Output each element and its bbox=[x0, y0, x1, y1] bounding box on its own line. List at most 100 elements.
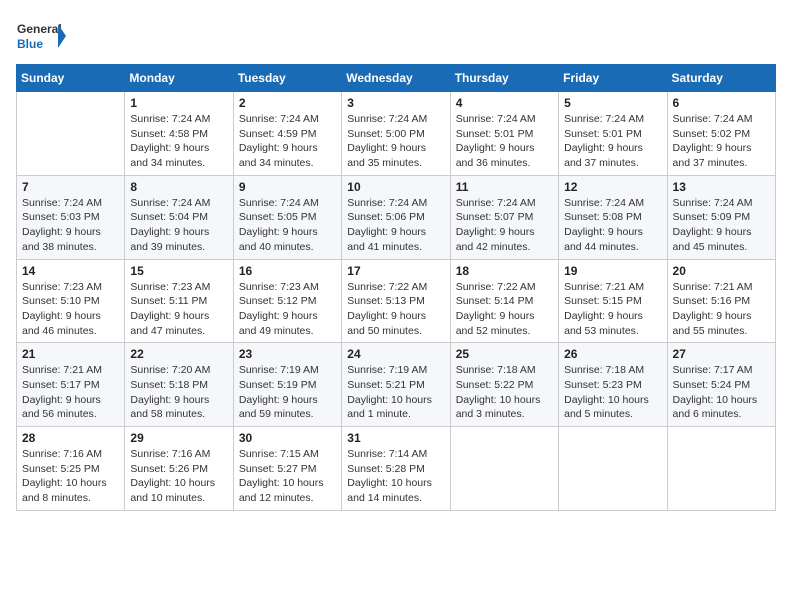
calendar-cell bbox=[450, 427, 558, 511]
calendar-cell: 18 Sunrise: 7:22 AM Sunset: 5:14 PM Dayli… bbox=[450, 259, 558, 343]
calendar-cell: 9 Sunrise: 7:24 AM Sunset: 5:05 PM Daylig… bbox=[233, 175, 341, 259]
calendar-cell: 25Sunrise: 7:18 AM Sunset: 5:22 PM Dayli… bbox=[450, 343, 558, 427]
calendar-cell: 6Sunrise: 7:24 AM Sunset: 5:02 PM Daylig… bbox=[667, 92, 775, 176]
day-number: 19 bbox=[564, 264, 661, 278]
day-number: 16 bbox=[239, 264, 336, 278]
calendar-cell: 17 Sunrise: 7:22 AM Sunset: 5:13 PM Dayli… bbox=[342, 259, 450, 343]
calendar-week-4: 21 Sunrise: 7:21 AM Sunset: 5:17 PM Dayli… bbox=[17, 343, 776, 427]
day-detail: Sunrise: 7:19 AM Sunset: 5:21 PM Dayligh… bbox=[347, 363, 444, 422]
weekday-header-saturday: Saturday bbox=[667, 65, 775, 92]
weekday-header-row: SundayMondayTuesdayWednesdayThursdayFrid… bbox=[17, 65, 776, 92]
day-number: 2 bbox=[239, 96, 336, 110]
day-detail: Sunrise: 7:24 AM Sunset: 5:01 PM Dayligh… bbox=[564, 112, 661, 171]
day-number: 1 bbox=[130, 96, 227, 110]
day-number: 11 bbox=[456, 180, 553, 194]
day-detail: Sunrise: 7:20 AM Sunset: 5:18 PM Dayligh… bbox=[130, 363, 227, 422]
logo: General Blue bbox=[16, 16, 66, 56]
day-number: 18 bbox=[456, 264, 553, 278]
calendar-cell: 2 Sunrise: 7:24 AM Sunset: 4:59 PM Daylig… bbox=[233, 92, 341, 176]
day-detail: Sunrise: 7:16 AM Sunset: 5:26 PM Dayligh… bbox=[130, 447, 227, 506]
day-number: 7 bbox=[22, 180, 119, 194]
day-number: 17 bbox=[347, 264, 444, 278]
day-number: 27 bbox=[673, 347, 770, 361]
day-number: 4 bbox=[456, 96, 553, 110]
day-detail: Sunrise: 7:23 AM Sunset: 5:10 PM Dayligh… bbox=[22, 280, 119, 339]
day-number: 8 bbox=[130, 180, 227, 194]
day-detail: Sunrise: 7:24 AM Sunset: 5:03 PM Dayligh… bbox=[22, 196, 119, 255]
calendar-cell: 20 Sunrise: 7:21 AM Sunset: 5:16 PM Dayli… bbox=[667, 259, 775, 343]
calendar-cell: 11 Sunrise: 7:24 AM Sunset: 5:07 PM Dayli… bbox=[450, 175, 558, 259]
day-detail: Sunrise: 7:24 AM Sunset: 5:08 PM Dayligh… bbox=[564, 196, 661, 255]
calendar-cell: 28 Sunrise: 7:16 AM Sunset: 5:25 PM Dayli… bbox=[17, 427, 125, 511]
day-number: 13 bbox=[673, 180, 770, 194]
calendar-cell: 10Sunrise: 7:24 AM Sunset: 5:06 PM Dayli… bbox=[342, 175, 450, 259]
weekday-header-sunday: Sunday bbox=[17, 65, 125, 92]
logo-icon: General Blue bbox=[16, 16, 66, 56]
day-detail: Sunrise: 7:24 AM Sunset: 5:00 PM Dayligh… bbox=[347, 112, 444, 171]
day-number: 14 bbox=[22, 264, 119, 278]
day-number: 23 bbox=[239, 347, 336, 361]
day-number: 3 bbox=[347, 96, 444, 110]
day-detail: Sunrise: 7:16 AM Sunset: 5:25 PM Dayligh… bbox=[22, 447, 119, 506]
day-detail: Sunrise: 7:22 AM Sunset: 5:13 PM Dayligh… bbox=[347, 280, 444, 339]
day-detail: Sunrise: 7:19 AM Sunset: 5:19 PM Dayligh… bbox=[239, 363, 336, 422]
day-detail: Sunrise: 7:21 AM Sunset: 5:16 PM Dayligh… bbox=[673, 280, 770, 339]
svg-text:Blue: Blue bbox=[17, 37, 43, 51]
calendar-cell: 22 Sunrise: 7:20 AM Sunset: 5:18 PM Dayli… bbox=[125, 343, 233, 427]
day-detail: Sunrise: 7:18 AM Sunset: 5:23 PM Dayligh… bbox=[564, 363, 661, 422]
calendar-cell bbox=[17, 92, 125, 176]
calendar-cell: 23 Sunrise: 7:19 AM Sunset: 5:19 PM Dayli… bbox=[233, 343, 341, 427]
calendar-cell: 16 Sunrise: 7:23 AM Sunset: 5:12 PM Dayli… bbox=[233, 259, 341, 343]
calendar-cell: 26 Sunrise: 7:18 AM Sunset: 5:23 PM Dayli… bbox=[559, 343, 667, 427]
day-detail: Sunrise: 7:24 AM Sunset: 5:06 PM Dayligh… bbox=[347, 196, 444, 255]
calendar-cell: 24 Sunrise: 7:19 AM Sunset: 5:21 PM Dayli… bbox=[342, 343, 450, 427]
day-number: 21 bbox=[22, 347, 119, 361]
day-detail: Sunrise: 7:15 AM Sunset: 5:27 PM Dayligh… bbox=[239, 447, 336, 506]
calendar-cell: 15Sunrise: 7:23 AM Sunset: 5:11 PM Dayli… bbox=[125, 259, 233, 343]
weekday-header-thursday: Thursday bbox=[450, 65, 558, 92]
calendar-cell: 13 Sunrise: 7:24 AM Sunset: 5:09 PM Dayli… bbox=[667, 175, 775, 259]
calendar-cell: 21 Sunrise: 7:21 AM Sunset: 5:17 PM Dayli… bbox=[17, 343, 125, 427]
svg-text:General: General bbox=[17, 22, 62, 36]
day-number: 29 bbox=[130, 431, 227, 445]
calendar-cell: 27 Sunrise: 7:17 AM Sunset: 5:24 PM Dayli… bbox=[667, 343, 775, 427]
day-number: 22 bbox=[130, 347, 227, 361]
calendar-cell: 29 Sunrise: 7:16 AM Sunset: 5:26 PM Dayli… bbox=[125, 427, 233, 511]
calendar-table: SundayMondayTuesdayWednesdayThursdayFrid… bbox=[16, 64, 776, 511]
calendar-cell bbox=[559, 427, 667, 511]
day-detail: Sunrise: 7:24 AM Sunset: 5:07 PM Dayligh… bbox=[456, 196, 553, 255]
day-detail: Sunrise: 7:23 AM Sunset: 5:11 PM Dayligh… bbox=[130, 280, 227, 339]
day-number: 24 bbox=[347, 347, 444, 361]
day-detail: Sunrise: 7:24 AM Sunset: 5:01 PM Dayligh… bbox=[456, 112, 553, 171]
day-number: 5 bbox=[564, 96, 661, 110]
calendar-week-2: 7 Sunrise: 7:24 AM Sunset: 5:03 PM Daylig… bbox=[17, 175, 776, 259]
day-number: 9 bbox=[239, 180, 336, 194]
calendar-week-5: 28 Sunrise: 7:16 AM Sunset: 5:25 PM Dayli… bbox=[17, 427, 776, 511]
day-number: 30 bbox=[239, 431, 336, 445]
calendar-cell: 30 Sunrise: 7:15 AM Sunset: 5:27 PM Dayli… bbox=[233, 427, 341, 511]
calendar-cell: 5 Sunrise: 7:24 AM Sunset: 5:01 PM Daylig… bbox=[559, 92, 667, 176]
day-detail: Sunrise: 7:24 AM Sunset: 4:59 PM Dayligh… bbox=[239, 112, 336, 171]
day-number: 26 bbox=[564, 347, 661, 361]
day-number: 28 bbox=[22, 431, 119, 445]
day-number: 20 bbox=[673, 264, 770, 278]
day-detail: Sunrise: 7:24 AM Sunset: 5:09 PM Dayligh… bbox=[673, 196, 770, 255]
day-detail: Sunrise: 7:24 AM Sunset: 4:58 PM Dayligh… bbox=[130, 112, 227, 171]
calendar-cell: 8Sunrise: 7:24 AM Sunset: 5:04 PM Daylig… bbox=[125, 175, 233, 259]
day-detail: Sunrise: 7:23 AM Sunset: 5:12 PM Dayligh… bbox=[239, 280, 336, 339]
day-detail: Sunrise: 7:21 AM Sunset: 5:15 PM Dayligh… bbox=[564, 280, 661, 339]
day-number: 25 bbox=[456, 347, 553, 361]
weekday-header-wednesday: Wednesday bbox=[342, 65, 450, 92]
calendar-cell: 3 Sunrise: 7:24 AM Sunset: 5:00 PM Daylig… bbox=[342, 92, 450, 176]
calendar-cell: 31Sunrise: 7:14 AM Sunset: 5:28 PM Dayli… bbox=[342, 427, 450, 511]
weekday-header-tuesday: Tuesday bbox=[233, 65, 341, 92]
day-detail: Sunrise: 7:24 AM Sunset: 5:05 PM Dayligh… bbox=[239, 196, 336, 255]
calendar-cell bbox=[667, 427, 775, 511]
day-detail: Sunrise: 7:21 AM Sunset: 5:17 PM Dayligh… bbox=[22, 363, 119, 422]
day-number: 6 bbox=[673, 96, 770, 110]
day-detail: Sunrise: 7:17 AM Sunset: 5:24 PM Dayligh… bbox=[673, 363, 770, 422]
calendar-cell: 4 Sunrise: 7:24 AM Sunset: 5:01 PM Daylig… bbox=[450, 92, 558, 176]
weekday-header-friday: Friday bbox=[559, 65, 667, 92]
day-detail: Sunrise: 7:22 AM Sunset: 5:14 PM Dayligh… bbox=[456, 280, 553, 339]
calendar-cell: 7 Sunrise: 7:24 AM Sunset: 5:03 PM Daylig… bbox=[17, 175, 125, 259]
